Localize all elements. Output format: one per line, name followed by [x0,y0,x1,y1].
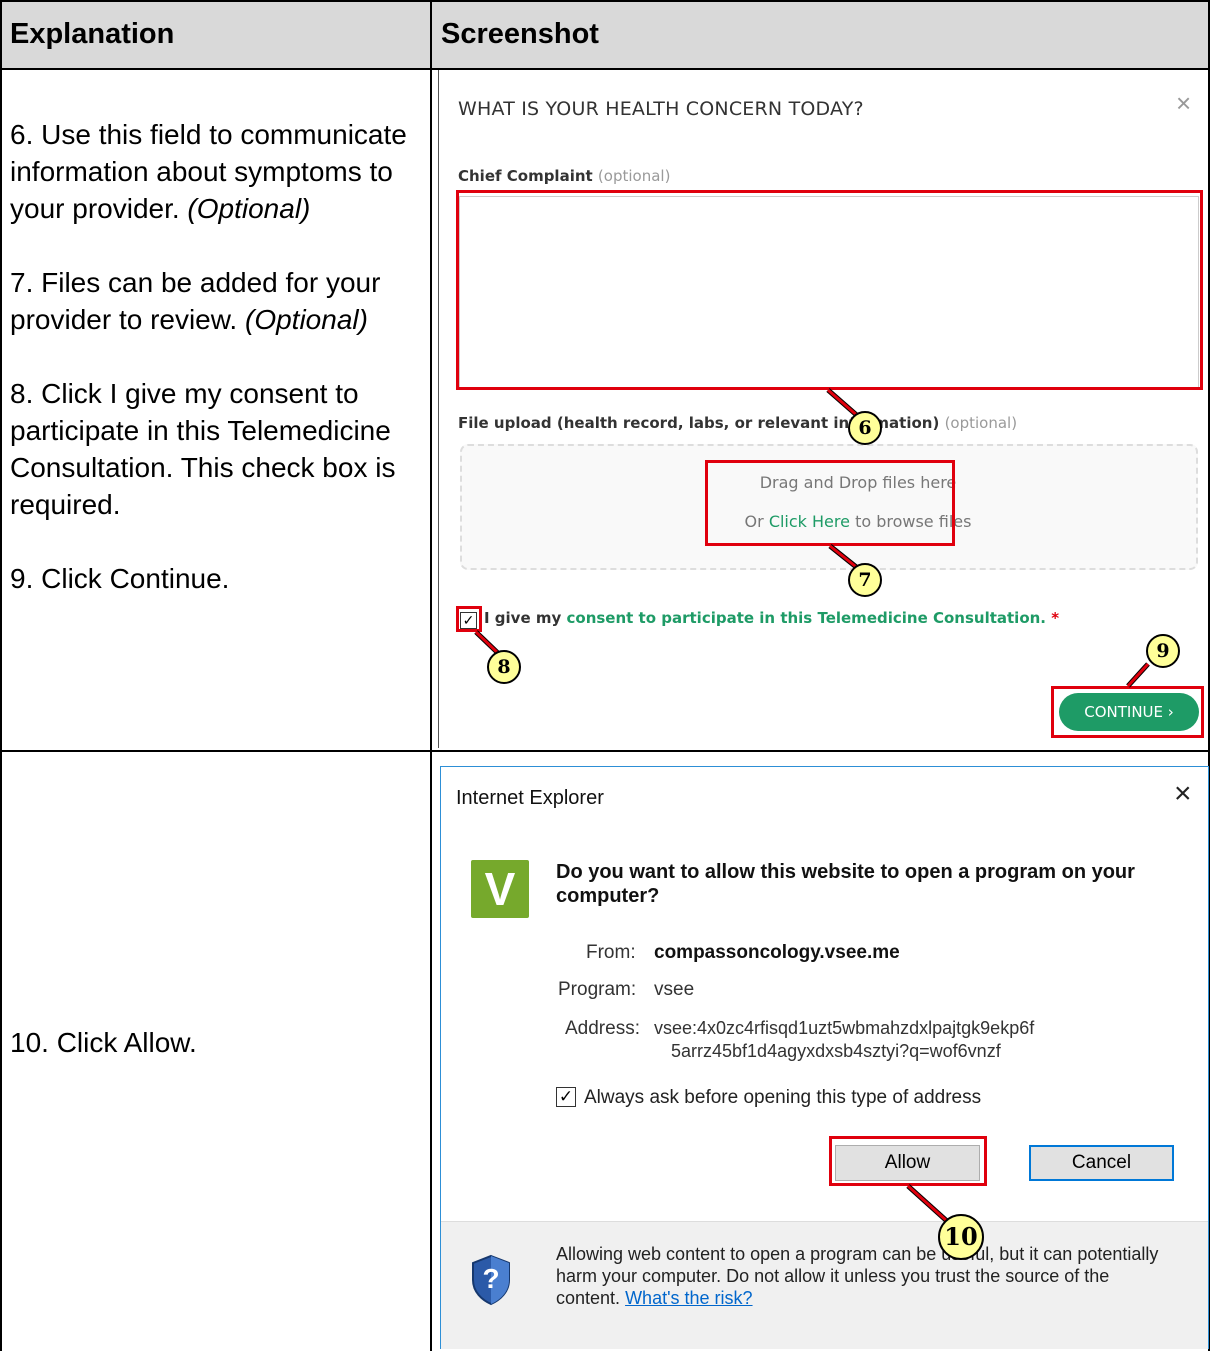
whats-the-risk-link[interactable]: What's the risk? [625,1288,752,1308]
always-ask-label: Always ask before opening this type of a… [584,1087,982,1108]
callout-9: 9 [1146,634,1180,668]
shield-question-mark: ? [482,1263,500,1294]
program-value: vsee [654,979,695,1000]
file-upload-optional: (optional) [944,414,1018,432]
step-6-optional: (Optional) [187,193,311,224]
ie-dialog-title: Internet Explorer [456,787,604,809]
file-upload-label: File upload (health record, labs, or rel… [458,414,1018,432]
step-7-text: 7. Files can be added for your provider … [10,267,381,335]
highlight-chief-complaint [456,190,1203,390]
security-shield-icon: ? [469,1254,513,1306]
health-concern-dialog: WHAT IS YOUR HEALTH CONCERN TODAY? × Chi… [438,70,1208,748]
highlight-allow-button [829,1136,987,1186]
ie-question: Do you want to allow this website to ope… [556,861,1135,907]
table-header-row [0,0,1210,70]
dialog-left-edge [438,70,439,748]
ie-security-dialog: Internet Explorer × V Do you want to all… [440,766,1209,1349]
from-label: From: [586,942,636,963]
vsee-icon-letter: V [484,863,516,915]
required-asterisk: * [1051,609,1060,627]
step-6-text: 6. Use this field to communicate informa… [10,119,407,224]
column-header-screenshot: Screenshot [441,18,599,50]
table-border-top [0,0,1210,2]
explanation-steps-6-9: 6. Use this field to communicate informa… [10,116,420,597]
table-border-left [0,0,2,1351]
column-header-explanation: Explanation [10,18,175,50]
cancel-button[interactable]: Cancel [1029,1145,1174,1181]
address-line-1: vsee:4x0zc4rfisqd1uzt5wbmahzdxlpajtgk9ek… [654,1018,1035,1038]
chief-complaint-label: Chief Complaint (optional) [458,167,671,185]
step-7-optional: (Optional) [245,304,368,335]
dialog-title: WHAT IS YOUR HEALTH CONCERN TODAY? [458,98,864,120]
table-border-row [0,750,1210,752]
highlight-consent-checkbox [456,606,482,632]
step-9-text: 9. Click Continue. [10,563,230,594]
address-label: Address: [565,1018,640,1039]
from-value: compassoncology.vsee.me [654,942,900,963]
ie-close-icon[interactable]: × [1174,777,1192,811]
consent-link[interactable]: consent to participate in this Telemedic… [567,609,1047,627]
callout-8: 8 [487,650,521,684]
close-icon[interactable]: × [1176,88,1191,119]
program-label: Program: [558,979,637,1000]
highlight-continue-button [1051,686,1204,738]
highlight-upload-prompt [705,460,955,546]
callout-10: 10 [938,1214,984,1260]
callout-6: 6 [848,411,882,445]
ie-warning-text: Allowing web content to open a program c… [556,1244,1159,1308]
callout-7: 7 [848,563,882,597]
table-border-middle [430,0,432,1351]
consent-label: I give my consent to participate in this… [484,609,1060,627]
address-line-2: 5arrz45bf1d4agyxdxsb4sztyi?q=wof6vnzf [671,1041,1001,1061]
always-ask-checkbox[interactable]: ✓ [556,1087,576,1107]
step-10-text: 10. Click Allow. [10,1027,197,1058]
step-8-text: 8. Click I give my consent to participat… [10,378,396,520]
vsee-app-icon: V [471,860,529,918]
chief-complaint-optional: (optional) [597,167,671,185]
